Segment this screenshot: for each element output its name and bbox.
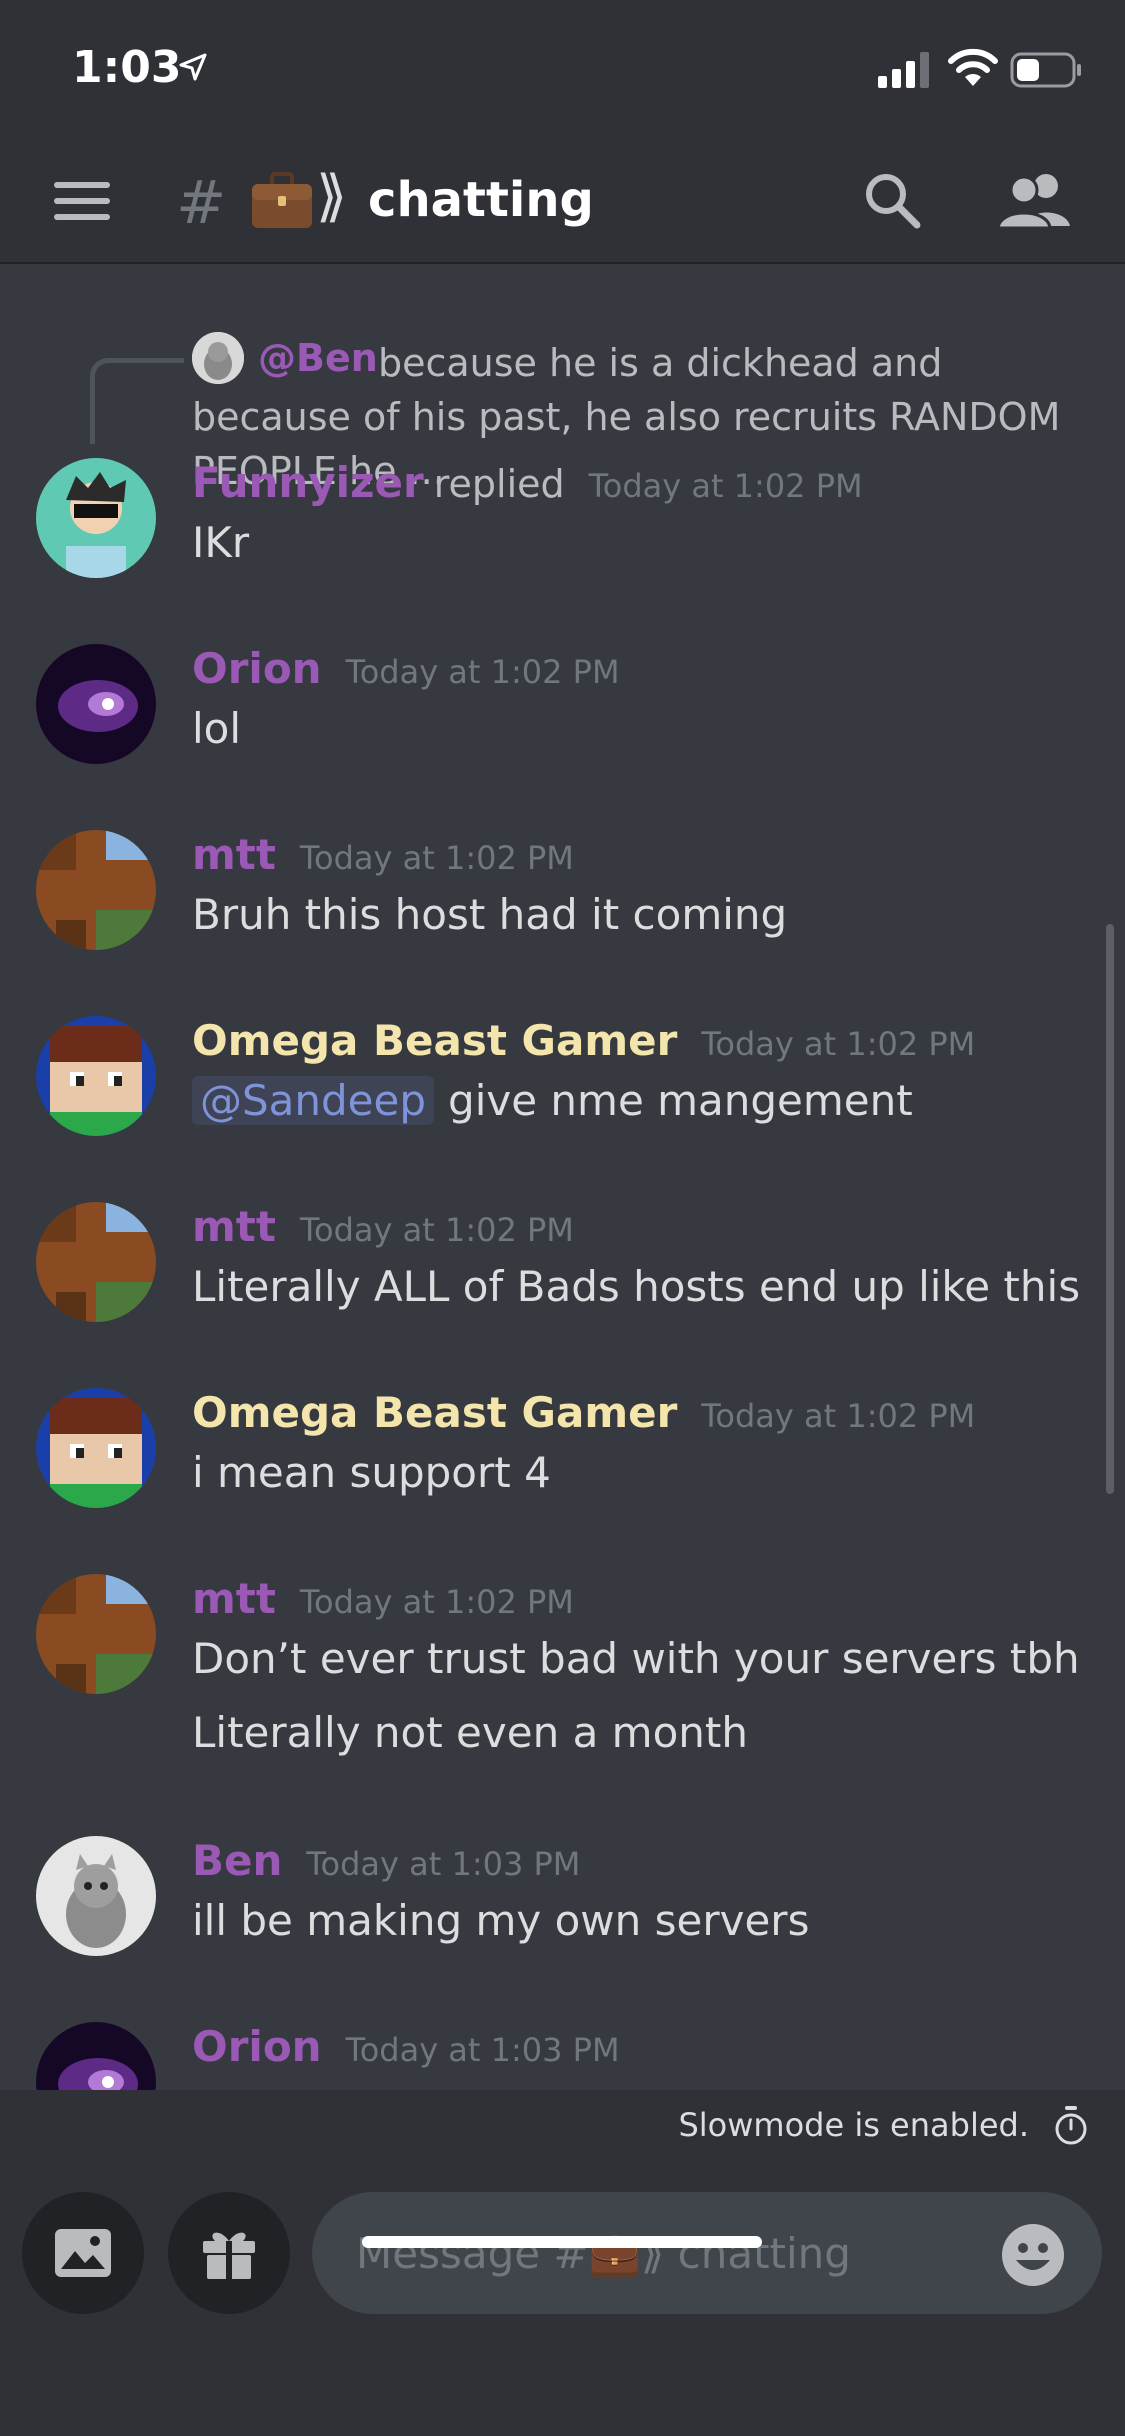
channel-header: # ⟫ chatting	[0, 140, 1125, 264]
message-text: Bruh this host had it coming	[192, 890, 788, 939]
avatar[interactable]	[36, 644, 156, 764]
username[interactable]: Omega Beast Gamer	[192, 1388, 677, 1437]
message-text: @Sandeep give nme mangement	[192, 1076, 913, 1125]
message-text-body: give nme mangement	[448, 1076, 913, 1125]
battery-icon	[1010, 52, 1081, 88]
image-upload-button[interactable]	[22, 2192, 144, 2314]
avatar[interactable]	[36, 1836, 156, 1956]
avatar[interactable]	[36, 1574, 156, 1694]
status-time: 1:03	[72, 42, 182, 93]
timestamp: Today at 1:03 PM	[345, 2031, 620, 2069]
message-text: Don’t ever trust bad with your servers t…	[192, 1634, 1080, 1683]
message-input[interactable]	[312, 2192, 1102, 2314]
timestamp: Today at 1:02 PM	[701, 1025, 976, 1063]
cell-signal-icon	[878, 52, 929, 88]
timestamp: Today at 1:02 PM	[701, 1397, 976, 1435]
message-text: ill be making my own servers	[192, 1896, 810, 1945]
image-icon	[55, 2229, 111, 2277]
avatar[interactable]	[36, 1016, 156, 1136]
username[interactable]: Orion	[192, 644, 322, 693]
slowmode-text: Slowmode is enabled.	[678, 2106, 1029, 2144]
username[interactable]: Funnyizer	[192, 458, 424, 507]
avatar[interactable]	[36, 830, 156, 950]
emoji-icon[interactable]	[1000, 2222, 1066, 2288]
home-indicator[interactable]	[362, 2236, 762, 2248]
timestamp: Today at 1:02 PM	[588, 467, 863, 505]
message-text: Literally ALL of Bads hosts end up like …	[192, 1262, 1081, 1311]
username[interactable]: Omega Beast Gamer	[192, 1016, 677, 1065]
timestamp: Today at 1:02 PM	[299, 1211, 574, 1249]
gift-icon	[203, 2232, 255, 2279]
username[interactable]: mtt	[192, 1574, 276, 1623]
message-text: Literally not even a month	[192, 1708, 748, 1757]
username[interactable]: Orion	[192, 2022, 322, 2071]
user-mention[interactable]: @Sandeep	[192, 1076, 435, 1125]
reply-connector	[90, 358, 184, 444]
scrollbar[interactable]	[1106, 924, 1114, 1494]
reply-mention[interactable]: @Ben	[258, 336, 378, 380]
status-bar: 1:03	[0, 0, 1125, 140]
replied-label: replied	[433, 462, 565, 506]
username[interactable]: mtt	[192, 1202, 276, 1251]
composer-bar	[0, 2164, 1125, 2436]
username[interactable]: mtt	[192, 830, 276, 879]
avatar[interactable]	[36, 458, 156, 578]
avatar[interactable]	[36, 1202, 156, 1322]
avatar[interactable]	[36, 1388, 156, 1508]
timestamp: Today at 1:02 PM	[299, 1583, 574, 1621]
location-arrow-icon	[179, 53, 207, 81]
briefcase-icon	[252, 172, 312, 228]
timer-icon	[1055, 2106, 1087, 2145]
search-icon[interactable]	[862, 170, 922, 230]
message-list[interactable]: because he is a dickhead and because of …	[0, 264, 1125, 2090]
avatar[interactable]	[36, 2022, 156, 2090]
message-text: lol	[192, 704, 242, 753]
gift-button[interactable]	[168, 2192, 290, 2314]
message-text: i mean support 4	[192, 1448, 551, 1497]
channel-hash-icon: #	[176, 168, 227, 238]
username[interactable]: Ben	[192, 1836, 282, 1885]
message-text: IKr	[192, 518, 250, 567]
members-icon[interactable]	[996, 172, 1072, 228]
timestamp: Today at 1:02 PM	[345, 653, 620, 691]
timestamp: Today at 1:03 PM	[306, 1845, 581, 1883]
chevrons-icon: ⟫	[316, 164, 348, 229]
wifi-icon	[948, 48, 998, 86]
channel-title[interactable]: chatting	[368, 172, 594, 228]
timestamp: Today at 1:02 PM	[299, 839, 574, 877]
slowmode-bar: Slowmode is enabled.	[0, 2090, 1125, 2164]
hamburger-menu-icon[interactable]	[52, 176, 112, 226]
